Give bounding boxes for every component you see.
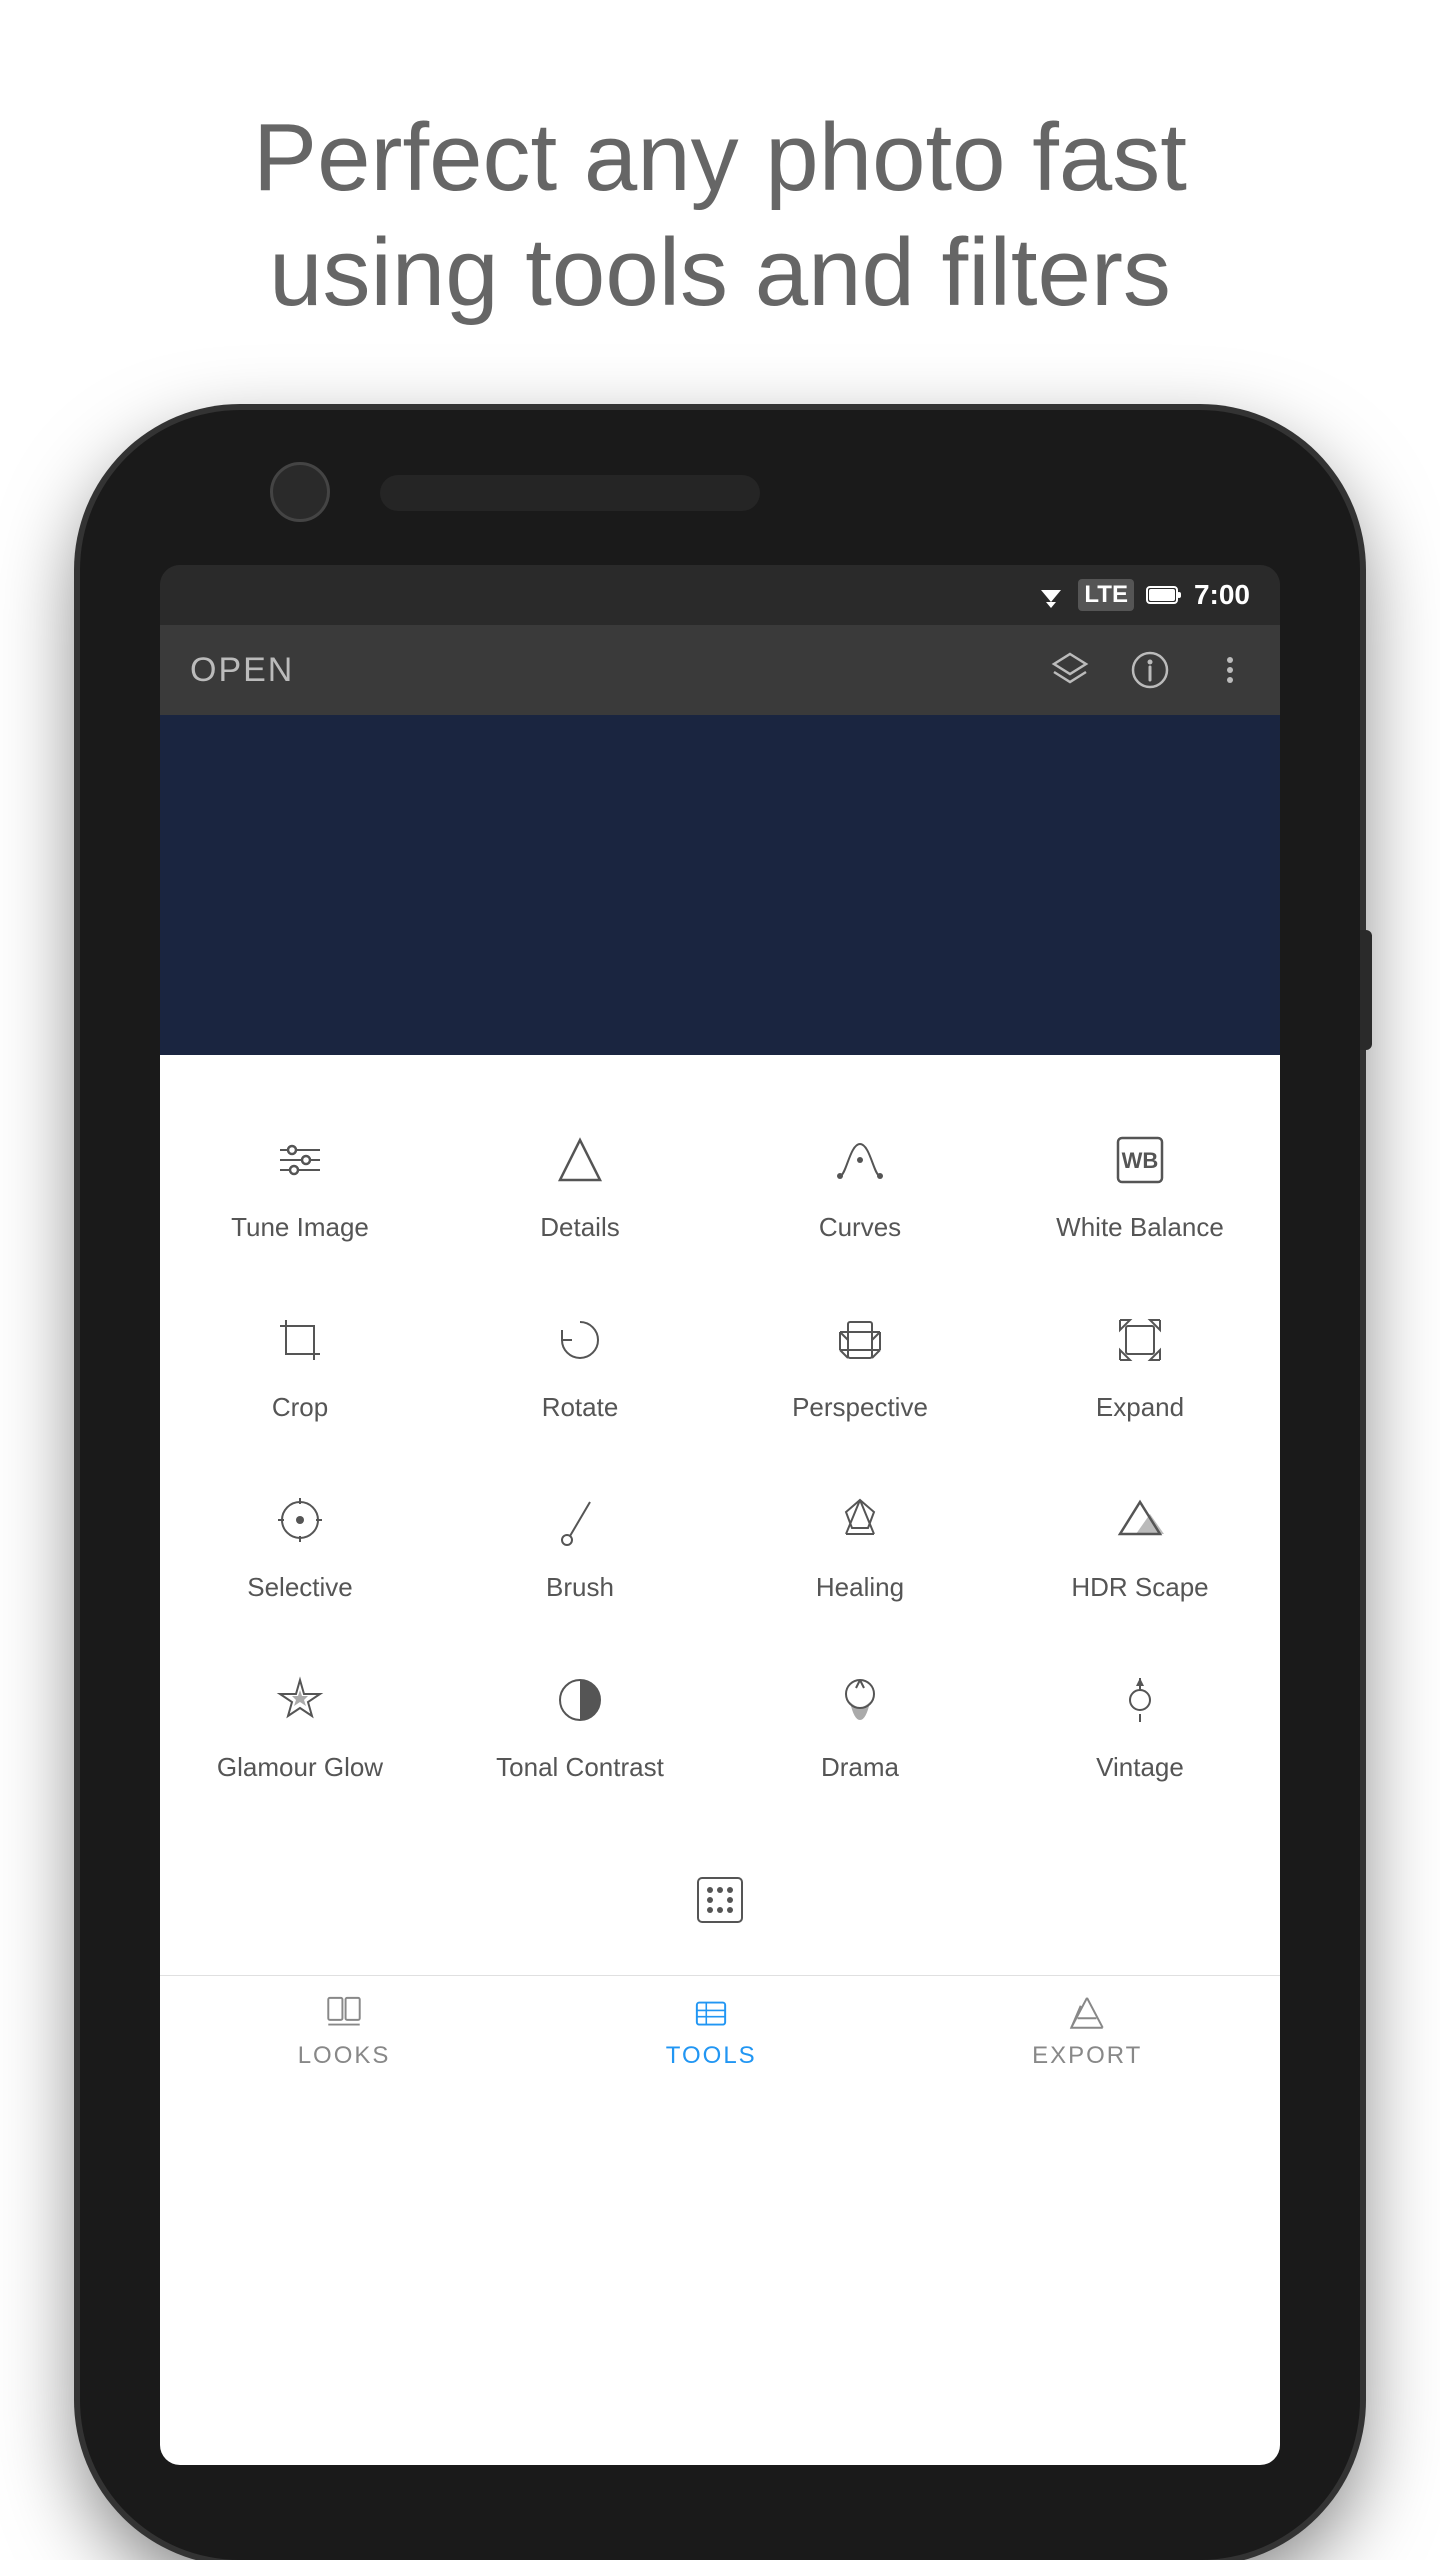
tool-glamour-glow[interactable]: Glamour Glow (160, 1635, 440, 1815)
nav-tools[interactable]: TOOLS (666, 1990, 757, 2070)
tool-healing[interactable]: Healing (720, 1455, 1000, 1635)
tools-panel: Tune Image Details (160, 1055, 1280, 2465)
tool-brush[interactable]: Brush (440, 1455, 720, 1635)
crop-icon (265, 1305, 335, 1375)
brush-label: Brush (546, 1571, 614, 1605)
open-button[interactable]: OPEN (190, 651, 294, 690)
tools-label: TOOLS (666, 2042, 757, 2070)
tool-perspective[interactable]: Perspective (720, 1275, 1000, 1455)
details-label: Details (540, 1211, 619, 1245)
tool-crop[interactable]: Crop (160, 1275, 440, 1455)
expand-label: Expand (1096, 1391, 1184, 1425)
status-icons: LTE 7:00 (1036, 579, 1250, 611)
selective-label: Selective (247, 1571, 353, 1605)
phone-screen: LTE 7:00 OPEN (160, 565, 1280, 2465)
drama-icon (825, 1665, 895, 1735)
drama-label: Drama (821, 1751, 899, 1785)
details-icon (545, 1125, 615, 1195)
app-bar: OPEN (160, 625, 1280, 715)
tool-expand[interactable]: Expand (1000, 1275, 1280, 1455)
looks-icon (322, 1990, 366, 2034)
phone-speaker (380, 475, 760, 511)
photo-preview (160, 715, 1280, 1055)
phone-side-button (1360, 930, 1372, 1050)
export-icon (1065, 1990, 1109, 2034)
tool-drama[interactable]: Drama (720, 1635, 1000, 1815)
tune-image-icon (265, 1125, 335, 1195)
hero-line1: Perfect any photo fast (253, 104, 1187, 211)
nav-looks[interactable]: LOOKS (298, 1990, 391, 2070)
white-balance-icon: WB (1105, 1125, 1175, 1195)
tool-tune-image[interactable]: Tune Image (160, 1095, 440, 1275)
healing-icon (825, 1485, 895, 1555)
layers-icon[interactable] (1050, 650, 1090, 690)
rotate-label: Rotate (542, 1391, 619, 1425)
tonal-contrast-label: Tonal Contrast (496, 1751, 664, 1785)
app-bar-icons (1050, 650, 1250, 690)
tools-icon (689, 1990, 733, 2034)
tool-vintage[interactable]: Vintage (1000, 1635, 1280, 1815)
svg-text:WB: WB (1122, 1148, 1159, 1173)
tools-grid: Tune Image Details (160, 1095, 1280, 1814)
tool-curves[interactable]: Curves (720, 1095, 1000, 1275)
extra-icon (685, 1865, 755, 1935)
more-icon[interactable] (1210, 650, 1250, 690)
phone-camera (270, 462, 330, 522)
looks-label: LOOKS (298, 2042, 391, 2070)
lte-badge: LTE (1078, 579, 1134, 611)
tool-white-balance[interactable]: WB White Balance (1000, 1095, 1280, 1275)
battery-icon (1146, 584, 1182, 606)
rotate-icon (545, 1305, 615, 1375)
hero-section: Perfect any photo fast using tools and f… (173, 0, 1267, 410)
crop-label: Crop (272, 1391, 328, 1425)
vintage-label: Vintage (1096, 1751, 1184, 1785)
curves-label: Curves (819, 1211, 901, 1245)
status-time: 7:00 (1194, 579, 1250, 611)
phone-device: LTE 7:00 OPEN (80, 410, 1360, 2560)
nav-export[interactable]: EXPORT (1032, 1990, 1142, 2070)
status-bar: LTE 7:00 (160, 565, 1280, 625)
tool-extra[interactable] (580, 1835, 860, 1965)
bottom-nav: LOOKS TOOLS (160, 1975, 1280, 2085)
export-label: EXPORT (1032, 2042, 1142, 2070)
tune-image-label: Tune Image (231, 1211, 369, 1245)
expand-icon (1105, 1305, 1175, 1375)
wifi-icon (1036, 582, 1066, 608)
tool-rotate[interactable]: Rotate (440, 1275, 720, 1455)
tool-selective[interactable]: Selective (160, 1455, 440, 1635)
selective-icon (265, 1485, 335, 1555)
tonal-contrast-icon (545, 1665, 615, 1735)
hdr-scape-label: HDR Scape (1071, 1571, 1208, 1605)
white-balance-label: White Balance (1056, 1211, 1224, 1245)
glamour-glow-label: Glamour Glow (217, 1751, 383, 1785)
brush-icon (545, 1485, 615, 1555)
perspective-label: Perspective (792, 1391, 928, 1425)
tool-tonal-contrast[interactable]: Tonal Contrast (440, 1635, 720, 1815)
glamour-glow-icon (265, 1665, 335, 1735)
tool-details[interactable]: Details (440, 1095, 720, 1275)
healing-label: Healing (816, 1571, 904, 1605)
curves-icon (825, 1125, 895, 1195)
hdr-scape-icon (1105, 1485, 1175, 1555)
perspective-icon (825, 1305, 895, 1375)
tool-hdr-scape[interactable]: HDR Scape (1000, 1455, 1280, 1635)
info-icon[interactable] (1130, 650, 1170, 690)
vintage-icon (1105, 1665, 1175, 1735)
hero-line2: using tools and filters (269, 219, 1171, 326)
